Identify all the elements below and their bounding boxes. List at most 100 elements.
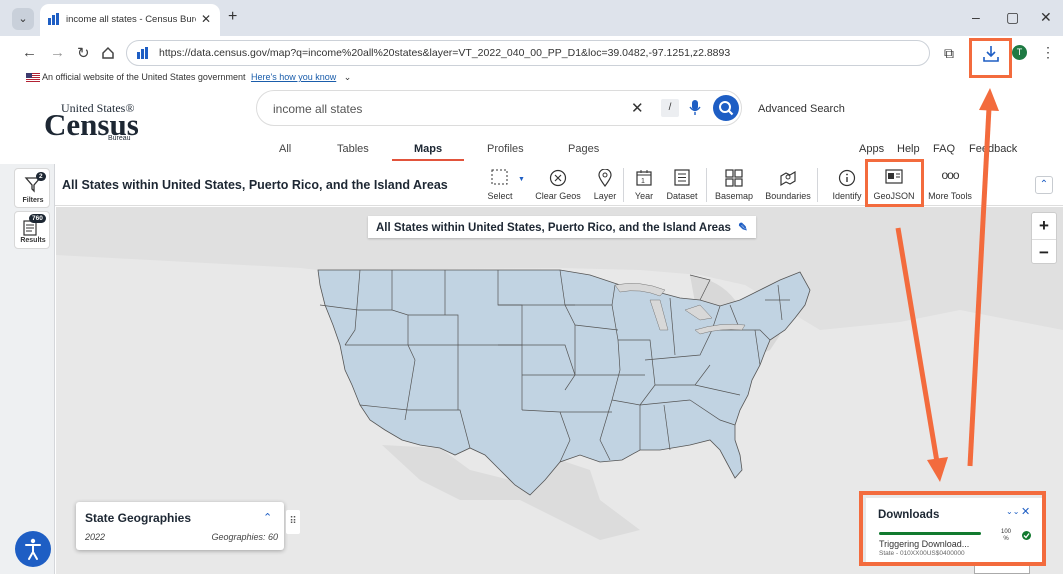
faq-link[interactable]: FAQ xyxy=(933,143,955,155)
microphone-icon[interactable] xyxy=(689,100,701,116)
search-button[interactable] xyxy=(713,95,739,121)
feedback-link[interactable]: Feedback xyxy=(969,143,1017,155)
active-tab-indicator xyxy=(392,159,464,161)
select-tool-label: Select xyxy=(487,191,513,201)
filters-button[interactable]: 2 Filters xyxy=(14,168,50,208)
us-flag-icon xyxy=(26,73,40,82)
more-dots-icon: ooo xyxy=(941,168,959,182)
accessibility-button[interactable] xyxy=(15,531,51,567)
clear-geos-label: Clear Geos xyxy=(535,191,581,201)
year-tool-button[interactable]: 1 Year xyxy=(629,164,659,206)
clear-x-circle-icon xyxy=(549,169,567,187)
dataset-tool-button[interactable]: Dataset xyxy=(662,164,702,206)
map-toolbar-title: All States within United States, Puerto … xyxy=(62,178,448,192)
edit-pencil-icon[interactable]: ✎ xyxy=(738,222,748,234)
clear-geos-button[interactable]: Clear Geos xyxy=(529,164,587,206)
dataset-list-icon xyxy=(674,169,690,186)
close-window-button[interactable]: ✕ xyxy=(1040,9,1052,26)
apps-link[interactable]: Apps xyxy=(859,143,884,155)
zoom-control: + − xyxy=(1031,212,1057,264)
clear-search-icon[interactable]: ✕ xyxy=(631,99,644,117)
zoom-in-button[interactable]: + xyxy=(1032,213,1056,238)
census-logo-sub: Bureau xyxy=(108,135,131,142)
results-button[interactable]: 760 Results xyxy=(14,211,50,249)
home-icon[interactable] xyxy=(101,46,115,60)
tab-title: income all states - Census Bureau xyxy=(66,14,196,25)
new-tab-button[interactable]: + xyxy=(228,8,237,26)
dataset-label: Dataset xyxy=(666,191,698,201)
collapse-toolbar-button[interactable]: ⌃ xyxy=(1035,176,1053,194)
back-arrow-icon[interactable]: ← xyxy=(22,44,37,61)
search-input[interactable]: income all states xyxy=(273,102,362,116)
basemap-grid-icon xyxy=(725,169,743,187)
boundaries-label: Boundaries xyxy=(765,191,811,201)
select-box-icon xyxy=(491,169,508,185)
tab-profiles[interactable]: Profiles xyxy=(487,143,524,155)
chevron-down-icon[interactable]: ⌄ xyxy=(344,72,352,82)
map-title-text: All States within United States, Puerto … xyxy=(376,222,731,234)
toolbar-divider xyxy=(817,168,818,202)
tab-search-dropdown[interactable]: ⌄ xyxy=(12,8,34,30)
browser-menu-icon[interactable]: ⋮ xyxy=(1041,44,1055,61)
identify-label: Identify xyxy=(832,191,862,201)
identify-tool-button[interactable]: Identify xyxy=(827,164,867,206)
search-shortcut-key: / xyxy=(661,99,679,117)
extensions-puzzle-icon[interactable]: ⧉ xyxy=(944,45,954,62)
filters-label: Filters xyxy=(22,197,44,204)
info-circle-icon xyxy=(838,169,856,187)
tab-tables[interactable]: Tables xyxy=(337,143,369,155)
gov-banner-link[interactable]: Here's how you know xyxy=(251,72,336,82)
url-text: https://data.census.gov/map?q=income%20a… xyxy=(159,47,731,59)
gov-banner-text: An official website of the United States… xyxy=(42,72,246,82)
results-count-badge: 760 xyxy=(29,214,46,223)
svg-text:1: 1 xyxy=(641,178,645,185)
geo-card-year: 2022 xyxy=(85,532,106,542)
drag-handle-icon[interactable]: ⠿ xyxy=(286,510,300,534)
toolbar-divider xyxy=(706,168,707,202)
browser-toolbar: ← → ↻ https://data.census.gov/map?q=inco… xyxy=(0,36,1063,70)
boundaries-map-icon xyxy=(780,170,796,187)
minimize-button[interactable]: – xyxy=(972,9,980,25)
results-label: Results xyxy=(20,237,46,244)
chevron-up-icon[interactable]: ⌃ xyxy=(263,511,272,524)
tab-maps[interactable]: Maps xyxy=(414,143,442,155)
forward-arrow-icon[interactable]: → xyxy=(50,44,65,61)
toolbar-divider xyxy=(623,168,624,202)
geojson-highlight xyxy=(865,159,924,207)
search-icon xyxy=(719,101,734,116)
basemap-label: Basemap xyxy=(714,191,754,201)
zoom-out-button[interactable]: − xyxy=(1032,239,1056,264)
select-tool-button[interactable]: Select xyxy=(483,164,517,206)
more-tools-label: More Tools xyxy=(928,191,972,201)
boundaries-tool-button[interactable]: Boundaries xyxy=(763,164,813,206)
more-tools-button[interactable]: ooo More Tools xyxy=(925,164,975,206)
census-favicon-icon xyxy=(48,13,59,25)
state-geographies-card[interactable]: State Geographies ⌃ 2022 Geographies: 60 xyxy=(76,502,284,550)
browser-tab[interactable]: income all states - Census Bureau ✕ xyxy=(40,4,220,36)
tab-all[interactable]: All xyxy=(279,143,291,155)
maximize-button[interactable]: ▢ xyxy=(1006,9,1019,26)
geo-card-title: State Geographies xyxy=(85,511,192,525)
layer-tool-button[interactable]: Layer xyxy=(591,164,619,206)
year-label: Year xyxy=(634,191,654,201)
help-link[interactable]: Help xyxy=(897,143,920,155)
profile-avatar[interactable]: T xyxy=(1012,45,1027,60)
calendar-icon: 1 xyxy=(636,170,652,186)
basemap-tool-button[interactable]: Basemap xyxy=(711,164,757,206)
tab-pages[interactable]: Pages xyxy=(568,143,599,155)
downloads-highlight xyxy=(859,491,1046,566)
reload-icon[interactable]: ↻ xyxy=(77,44,90,62)
filters-count-badge: 2 xyxy=(36,172,46,181)
site-info-icon[interactable] xyxy=(137,47,151,59)
map-title-label: All States within United States, Puerto … xyxy=(368,216,756,238)
left-rail: 2 Filters 760 Results xyxy=(0,164,55,574)
browser-tab-strip: ⌄ income all states - Census Bureau ✕ + … xyxy=(0,0,1063,36)
tab-close-icon[interactable]: ✕ xyxy=(201,12,211,26)
map-pin-icon xyxy=(598,169,612,187)
layer-label: Layer xyxy=(593,191,617,201)
advanced-search-link[interactable]: Advanced Search xyxy=(758,103,845,115)
select-dropdown-icon[interactable]: ▼ xyxy=(518,176,525,183)
accessibility-person-icon xyxy=(25,538,41,560)
address-bar[interactable]: https://data.census.gov/map?q=income%20a… xyxy=(126,40,930,66)
search-box[interactable]: income all states ✕ / xyxy=(256,90,742,126)
